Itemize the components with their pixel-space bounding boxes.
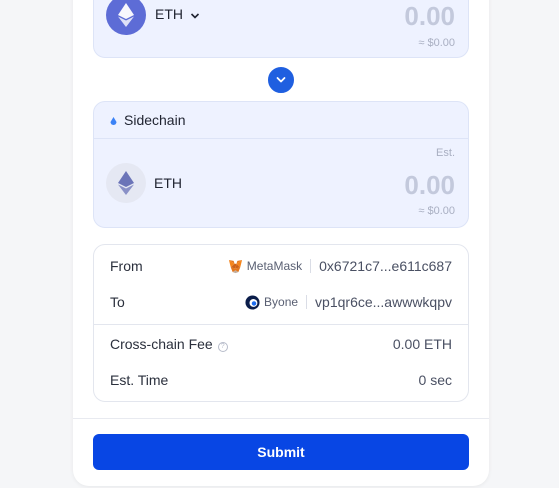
to-token-symbol: ETH	[154, 175, 182, 191]
chain-header: Sidechain	[94, 102, 468, 139]
to-token-panel: Sidechain ETH Est. 0.00 ≈ $0.00	[93, 101, 469, 228]
ethereum-icon	[106, 163, 146, 203]
byone-icon	[245, 294, 260, 310]
info-icon[interactable]: ?	[217, 342, 228, 352]
fee-value: 0.00 ETH	[392, 336, 452, 352]
metamask-icon	[228, 259, 242, 273]
chain-name: Sidechain	[124, 112, 186, 128]
to-amount-value: 0.00	[404, 170, 455, 200]
from-usd-value: ≈ $0.00	[418, 37, 455, 49]
ethereum-icon	[106, 0, 146, 35]
from-amount-input[interactable]: 0.00	[404, 1, 455, 32]
time-value: 0 sec	[418, 372, 452, 388]
submit-button[interactable]: Submit	[93, 434, 469, 470]
to-usd-value: ≈ $0.00	[418, 205, 455, 217]
from-account: MetaMask 0x6721c7...e611c687	[228, 258, 452, 274]
footer-divider	[73, 418, 489, 419]
chevron-down-icon	[276, 77, 286, 83]
from-wallet: MetaMask	[228, 259, 302, 274]
to-wallet: Byone	[245, 294, 299, 310]
sidechain-icon	[110, 117, 117, 125]
separator	[310, 259, 312, 273]
transfer-details: From MetaMask 0x6721c7...e611c687 To Byo…	[93, 244, 469, 402]
from-wallet-name: MetaMask	[246, 259, 303, 273]
fee-label: Cross-chain Fee?	[110, 336, 228, 352]
swap-direction-button[interactable]	[266, 65, 296, 95]
from-label: From	[110, 258, 143, 274]
from-token-symbol[interactable]: ETH	[155, 6, 183, 22]
to-label: To	[110, 294, 125, 310]
to-wallet-name: Byone	[264, 295, 299, 309]
to-account: Byone vp1qr6ce...awwwkqpv	[245, 294, 452, 310]
fee-label-text: Cross-chain Fee	[110, 336, 213, 352]
time-label: Est. Time	[110, 372, 169, 388]
from-address: 0x6721c7...e611c687	[319, 258, 452, 274]
to-address: vp1qr6ce...awwwkqpv	[315, 294, 452, 310]
chevron-down-icon[interactable]	[190, 8, 200, 26]
estimate-label: Est.	[436, 147, 455, 159]
separator	[306, 295, 308, 309]
from-token-panel: ETH 0.00 ≈ $0.00	[93, 0, 469, 58]
details-divider	[94, 324, 468, 325]
